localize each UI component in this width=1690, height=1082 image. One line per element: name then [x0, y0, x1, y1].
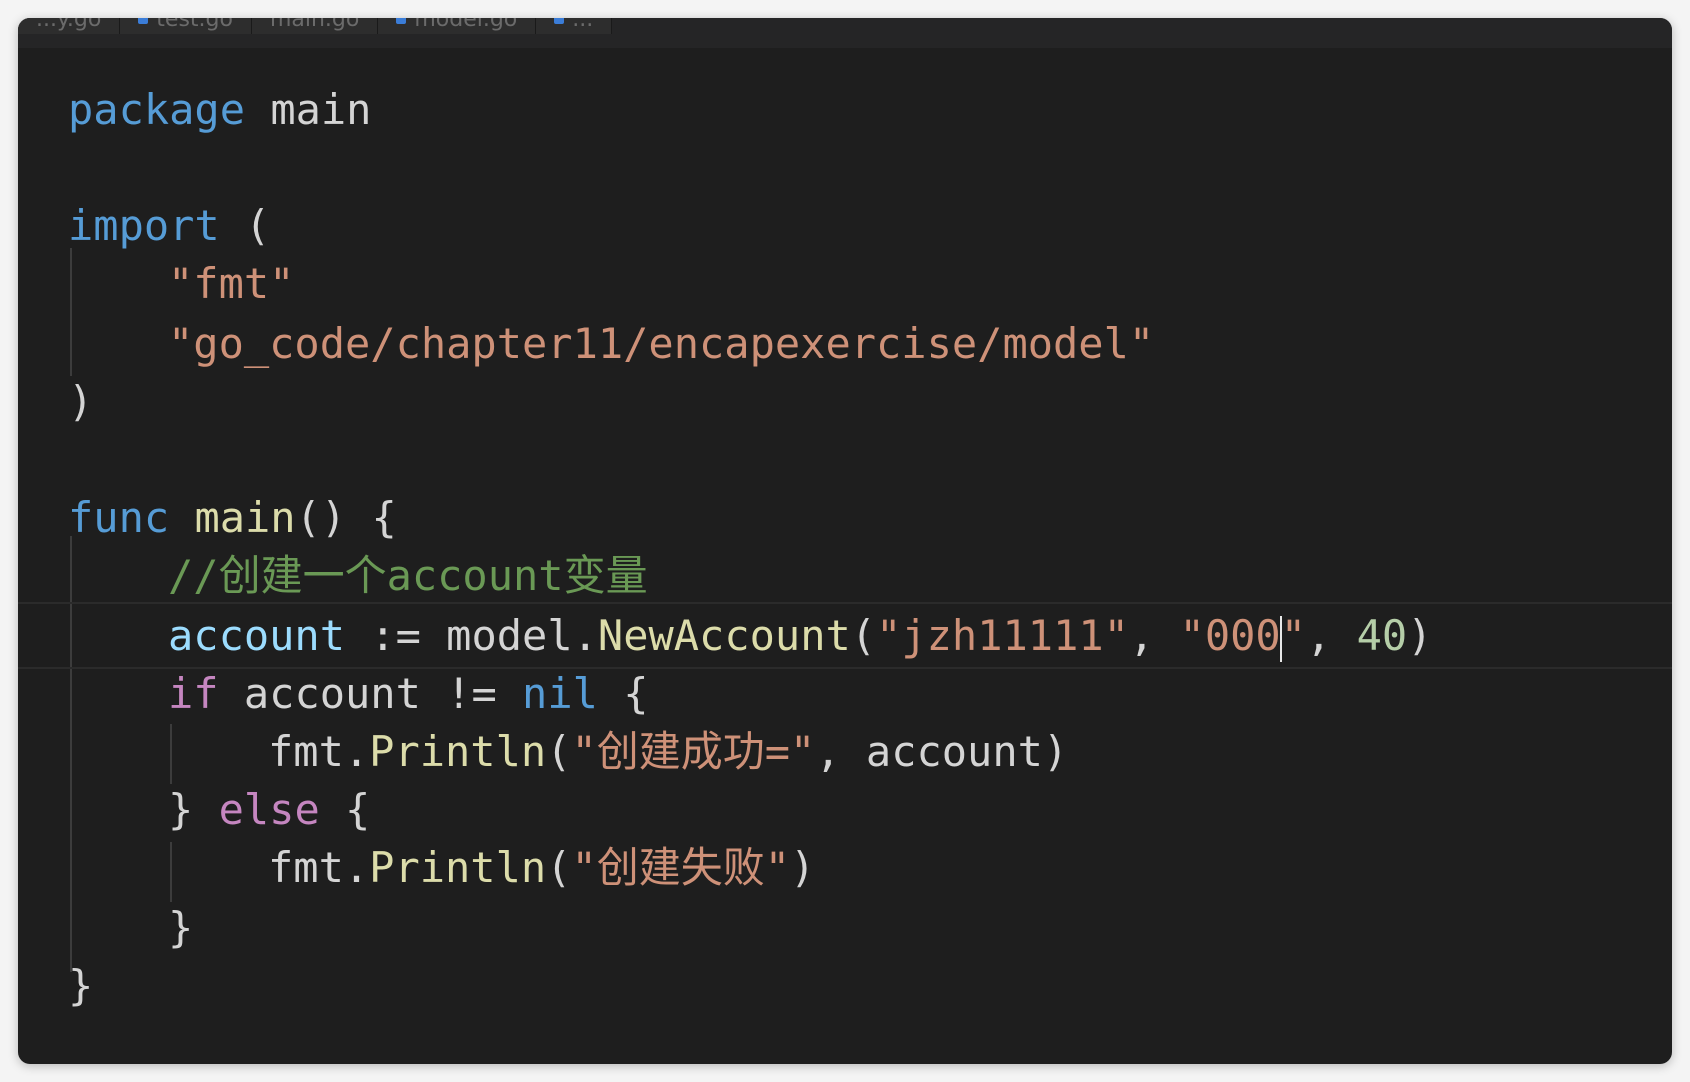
tab-1[interactable]: ...y.go [18, 18, 121, 34]
import-close-paren: ) [68, 377, 94, 426]
dot: . [572, 611, 598, 660]
code-comment: //创建一个account变量 [168, 551, 648, 600]
open-paren: ( [546, 843, 572, 892]
open-brace: { [319, 785, 371, 834]
dot: . [343, 843, 370, 892]
code-line-8: func main() { [18, 486, 1672, 549]
func-signature-rest: () { [295, 493, 397, 542]
comma: , [1128, 611, 1180, 660]
code-line-15: } [18, 896, 1672, 959]
keyword-import: import [68, 201, 220, 250]
code-line-16: } [18, 954, 1672, 1017]
code-line-14: fmt.Println("创建失败") [18, 836, 1672, 899]
close-brace: } [168, 785, 194, 834]
tab-label: ...y.go [36, 18, 102, 32]
function-call-println: Println [369, 727, 547, 776]
code-line-3: import ( [18, 194, 1672, 257]
variable-account: account [168, 611, 346, 660]
code-line-9: //创建一个account变量 [18, 544, 1672, 607]
import-path-fmt: "fmt" [168, 259, 295, 308]
code-line-11: if account != nil { [18, 662, 1672, 725]
argument-string-1: "jzh11111" [876, 611, 1129, 660]
go-file-icon [396, 18, 407, 24]
keyword-func: func [68, 493, 170, 542]
open-paren: ( [850, 611, 877, 660]
keyword-else: else [218, 785, 320, 834]
keyword-if: if [168, 669, 219, 718]
comma: , [1305, 611, 1357, 660]
comma: , [815, 727, 866, 776]
package-name: main [270, 85, 372, 134]
code-line-13: } else { [18, 778, 1672, 841]
variable-account: account [865, 727, 1043, 776]
open-paren: ( [546, 727, 572, 776]
function-name-main: main [194, 493, 296, 542]
tab-bar: ...y.go test.go main.go model.go ... [18, 18, 1672, 48]
dot: . [343, 727, 370, 776]
function-call-println: Println [369, 843, 547, 892]
open-brace: { [597, 669, 649, 718]
tab-4[interactable]: model.go [378, 18, 537, 34]
import-path-model: "go_code/chapter11/encapexercise/model" [168, 319, 1155, 368]
go-file-icon [138, 18, 149, 24]
tab-2[interactable]: test.go [120, 18, 252, 34]
editor-window: ...y.go test.go main.go model.go ... pac… [18, 18, 1672, 1064]
code-line-12: fmt.Println("创建成功=", account) [18, 720, 1672, 783]
string-success: "创建成功=" [571, 727, 816, 776]
tab-5[interactable]: ... [536, 18, 613, 34]
code-line-1: package main [18, 78, 1672, 141]
tab-label: test.go [156, 18, 233, 32]
code-line-5: "go_code/chapter11/encapexercise/model" [18, 312, 1672, 375]
close-brace: } [68, 961, 94, 1010]
code-editor[interactable]: package main import ( "fmt" "go_code/cha… [18, 48, 1672, 1064]
argument-string-2-part: "000 [1179, 611, 1281, 660]
go-file-icon [554, 18, 565, 24]
close-paren: ) [1407, 611, 1433, 660]
package-ref-fmt: fmt [268, 843, 344, 892]
package-ref-fmt: fmt [268, 727, 344, 776]
assign-operator: := [345, 611, 447, 660]
argument-string-2-quote: " [1280, 611, 1306, 660]
tab-label: model.go [414, 18, 518, 32]
tab-3[interactable]: main.go [251, 18, 379, 34]
keyword-nil: nil [522, 669, 598, 718]
import-open-paren: ( [245, 201, 271, 250]
not-equal-operator: != [420, 669, 523, 718]
close-paren: ) [1042, 727, 1069, 776]
code-line-4: "fmt" [18, 252, 1672, 315]
code-line-6: ) [18, 370, 1672, 433]
function-call-newaccount: NewAccount [597, 611, 851, 660]
string-failure: "创建失败" [571, 843, 791, 892]
keyword-package: package [68, 85, 246, 134]
variable-account: account [243, 669, 421, 718]
code-line-10: account := model.NewAccount("jzh11111", … [18, 602, 1672, 669]
tab-label: ... [572, 18, 594, 32]
tab-label: main.go [269, 18, 360, 32]
argument-number: 40 [1356, 611, 1408, 660]
close-paren: ) [790, 843, 816, 892]
package-ref-model: model [446, 611, 573, 660]
close-brace: } [168, 903, 194, 952]
